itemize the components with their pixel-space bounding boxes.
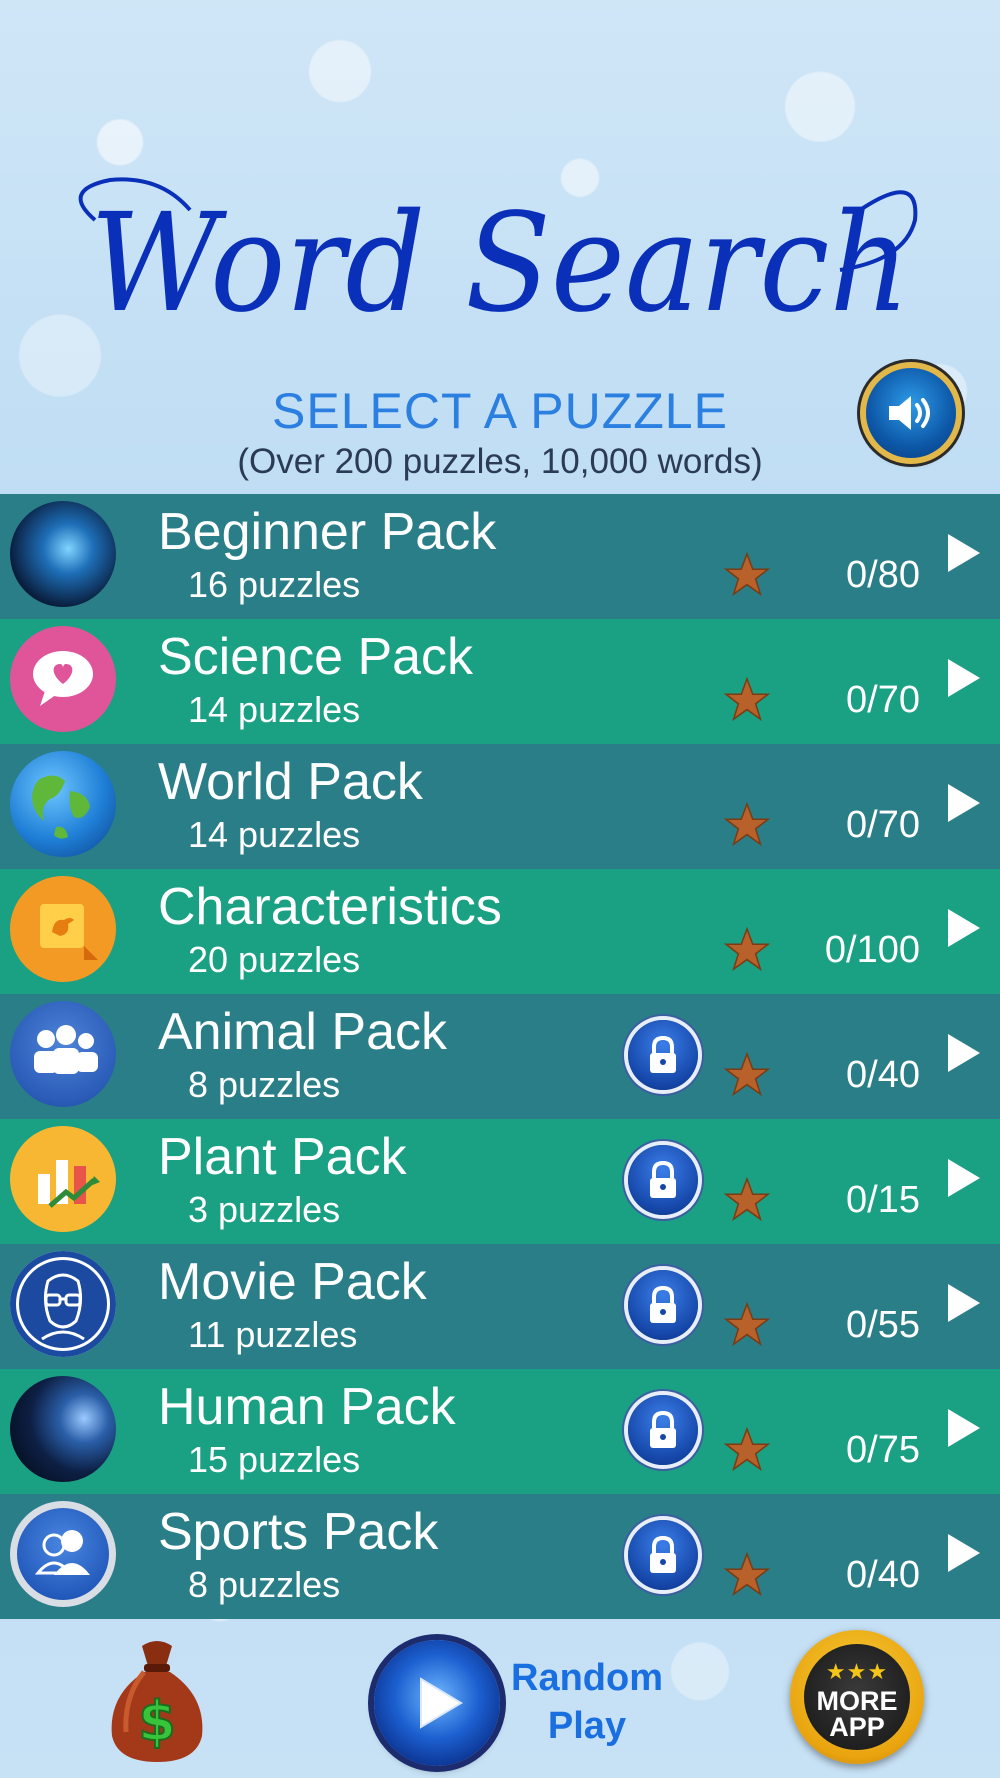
random-play-button[interactable] — [374, 1640, 500, 1766]
pack-progress: 0/80 — [846, 554, 920, 596]
title-text: Word Search — [90, 185, 910, 343]
lock-icon — [628, 1020, 698, 1090]
lock-icon — [628, 1395, 698, 1465]
pack-row-science[interactable]: Science Pack 14 puzzles 0/70 — [0, 619, 1000, 744]
play-arrow-icon[interactable] — [948, 1284, 980, 1322]
lock-icon — [628, 1145, 698, 1215]
face-glasses-icon — [10, 1251, 116, 1357]
pack-puzzle-count: 8 puzzles — [188, 1064, 341, 1105]
star-icon — [724, 1552, 770, 1597]
pack-progress: 0/75 — [846, 1429, 920, 1471]
bird-note-icon — [10, 876, 116, 982]
more-app-button[interactable]: ★★★ MORE APP — [790, 1630, 924, 1764]
play-arrow-icon[interactable] — [948, 909, 980, 947]
pack-progress: 0/55 — [846, 1304, 920, 1346]
sound-toggle-button[interactable] — [866, 368, 956, 458]
star-icon — [724, 802, 770, 847]
money-bag-icon[interactable]: $ — [104, 1636, 210, 1766]
play-arrow-icon[interactable] — [948, 1034, 980, 1072]
play-arrow-icon[interactable] — [948, 659, 980, 697]
puzzle-count-note: (Over 200 puzzles, 10,000 words) — [237, 442, 763, 481]
nebula-icon — [10, 501, 116, 607]
pack-progress: 0/40 — [846, 1054, 920, 1096]
speaker-icon — [889, 396, 930, 430]
bottom-bar: $ Random Play ★★★ MORE APP — [0, 1622, 1000, 1778]
pack-name: Human Pack — [158, 1378, 456, 1436]
title-logo: Word Search — [78, 177, 918, 343]
select-puzzle-heading: SELECT A PUZZLE — [272, 383, 728, 439]
pack-row-world[interactable]: World Pack 14 puzzles 0/70 — [0, 744, 1000, 869]
globe-icon — [10, 751, 116, 857]
pack-puzzle-count: 8 puzzles — [188, 1564, 341, 1605]
pack-puzzle-count: 14 puzzles — [188, 814, 361, 855]
random-label-line2: Play — [547, 1705, 627, 1747]
pack-puzzle-count: 16 puzzles — [188, 564, 361, 605]
pack-progress: 0/40 — [846, 1554, 920, 1596]
pack-puzzle-count: 11 puzzles — [188, 1314, 358, 1355]
star-icon — [724, 1302, 770, 1347]
more-label-line2: APP — [829, 1712, 885, 1742]
pack-puzzle-count: 20 puzzles — [188, 939, 361, 980]
random-label-line1: Random — [511, 1657, 663, 1699]
play-arrow-icon[interactable] — [948, 534, 980, 572]
planet-icon — [10, 1376, 116, 1482]
pack-name: Beginner Pack — [158, 503, 497, 561]
star-icon — [724, 1177, 770, 1222]
stars-icon: ★★★ — [825, 1660, 889, 1685]
svg-text:$: $ — [138, 1690, 176, 1753]
pack-puzzle-count: 3 puzzles — [188, 1189, 341, 1230]
pack-row-plant[interactable]: Plant Pack 3 puzzles 0/15 — [0, 1119, 1000, 1244]
pack-row-movie[interactable]: Movie Pack 11 puzzles 0/55 — [0, 1244, 1000, 1369]
pack-list: Beginner Pack 16 puzzles 0/80 Science Pa… — [0, 494, 1000, 1619]
heart-bubble-icon — [10, 626, 116, 732]
play-arrow-icon[interactable] — [948, 1534, 980, 1572]
pack-row-sports[interactable]: Sports Pack 8 puzzles 0/40 — [0, 1494, 1000, 1619]
pack-name: Movie Pack — [158, 1253, 427, 1311]
lock-icon — [628, 1270, 698, 1340]
pack-name: Animal Pack — [158, 1003, 447, 1061]
pack-progress: 0/70 — [846, 679, 920, 721]
pack-row-beginner[interactable]: Beginner Pack 16 puzzles 0/80 — [0, 494, 1000, 619]
pack-progress: 0/100 — [824, 929, 920, 971]
more-label-line1: MORE — [816, 1686, 898, 1716]
pack-row-human[interactable]: Human Pack 15 puzzles 0/75 — [0, 1369, 1000, 1494]
star-icon — [724, 927, 770, 972]
people-group-icon — [10, 1001, 116, 1107]
lock-icon — [628, 1520, 698, 1590]
star-icon — [724, 552, 770, 597]
pack-name: World Pack — [158, 753, 423, 811]
pack-row-characteristics[interactable]: Characteristics 20 puzzles 0/100 — [0, 869, 1000, 994]
play-icon — [420, 1677, 463, 1729]
star-icon — [724, 1052, 770, 1097]
pack-name: Characteristics — [158, 878, 502, 936]
pack-name: Science Pack — [158, 628, 474, 686]
pack-row-animal[interactable]: Animal Pack 8 puzzles 0/40 — [0, 994, 1000, 1119]
pack-name: Plant Pack — [158, 1128, 407, 1186]
contacts-icon — [10, 1501, 116, 1607]
more-app-label: MORE APP — [804, 1686, 910, 1742]
random-play-label[interactable]: Random Play — [494, 1654, 680, 1750]
play-arrow-icon[interactable] — [948, 1409, 980, 1447]
pack-progress: 0/15 — [846, 1179, 920, 1221]
star-icon — [724, 677, 770, 722]
star-icon — [724, 1427, 770, 1472]
pack-name: Sports Pack — [158, 1503, 439, 1561]
more-app-badge: ★★★ MORE APP — [804, 1644, 910, 1750]
pack-progress: 0/70 — [846, 804, 920, 846]
pack-puzzle-count: 14 puzzles — [188, 689, 361, 730]
bar-chart-icon — [10, 1126, 116, 1232]
play-arrow-icon[interactable] — [948, 1159, 980, 1197]
pack-puzzle-count: 15 puzzles — [188, 1439, 361, 1480]
play-arrow-icon[interactable] — [948, 784, 980, 822]
